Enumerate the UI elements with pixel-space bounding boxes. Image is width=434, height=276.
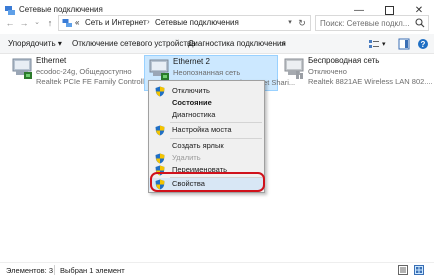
menu-item-diagnostics[interactable]: Диагностика: [149, 109, 264, 121]
ethernet-adapter-icon: [12, 58, 32, 79]
connection-name: Беспроводная сеть: [308, 56, 380, 65]
connection-wireless[interactable]: Беспроводная сеть Отключено Realtek 8821…: [280, 55, 433, 91]
ethernet-adapter-icon: [149, 59, 169, 80]
menu-item-label: Настройка моста: [172, 125, 232, 134]
disable-device-button[interactable]: Отключение сетевого устройства: [72, 39, 196, 48]
search-input[interactable]: [320, 17, 412, 29]
menu-item-shortcut[interactable]: Создать ярлык: [149, 140, 264, 152]
preview-pane-icon[interactable]: [398, 38, 410, 50]
menu-item-disable[interactable]: Отключить: [149, 85, 264, 97]
address-dropdown-icon[interactable]: ▾: [285, 17, 295, 29]
uac-shield-icon: [155, 153, 165, 164]
connection-ethernet[interactable]: Ethernet ecodoc-24g, Общедоступно Realte…: [8, 55, 151, 91]
details-view-icon[interactable]: [398, 265, 408, 275]
properties-highlight-annotation: [150, 172, 265, 192]
menu-item-bridge[interactable]: Настройка моста: [149, 124, 264, 136]
up-arrow-icon: ↑: [47, 18, 53, 28]
forward-button[interactable]: →: [18, 17, 30, 29]
more-commands-button[interactable]: »: [281, 39, 285, 48]
connection-name: Ethernet: [36, 56, 67, 65]
svg-text:?: ?: [421, 40, 426, 49]
breadcrumb-network-internet[interactable]: Сеть и Интернет: [85, 18, 147, 27]
menu-item-status[interactable]: Состояние: [149, 97, 264, 109]
selection-count: Выбран 1 элемент: [60, 266, 125, 275]
uac-shield-icon: [155, 125, 165, 136]
item-count: Элементов: 3: [6, 266, 54, 275]
address-bar[interactable]: « Сеть и Интернет › Сетевые подключения …: [58, 15, 311, 31]
back-arrow-icon: ←: [5, 18, 15, 28]
breadcrumb-chevron-icon[interactable]: ›: [147, 17, 150, 26]
breadcrumb-overflow[interactable]: «: [75, 18, 79, 27]
menu-item-label: Состояние: [172, 98, 212, 107]
help-icon[interactable]: ?: [417, 38, 429, 50]
view-dropdown-icon[interactable]: ▾: [382, 40, 386, 48]
connection-adapter: Realtek PCIe FE Family Controller: [36, 77, 151, 86]
chevron-down-icon: ⌄: [34, 19, 40, 26]
up-button[interactable]: ↑: [44, 17, 56, 29]
forward-arrow-icon: →: [19, 18, 29, 28]
organize-button[interactable]: Упорядочить ▾: [8, 39, 62, 48]
menu-item-delete[interactable]: Удалить: [149, 152, 264, 164]
connection-status: Отключено: [308, 67, 347, 76]
connection-status: Неопознанная сеть: [173, 68, 241, 77]
change-view-icon[interactable]: [368, 38, 380, 50]
explorer-window: Сетевые подключения — ✕ ← → ⌄ ↑ « Сеть и…: [0, 0, 434, 276]
status-separator: [54, 265, 55, 275]
search-box[interactable]: [315, 15, 429, 31]
menu-item-label: Создать ярлык: [172, 141, 224, 150]
connection-name: Ethernet 2: [173, 57, 210, 66]
back-button[interactable]: ←: [4, 17, 16, 29]
large-icons-view-icon[interactable]: [414, 265, 424, 275]
address-row: ← → ⌄ ↑ « Сеть и Интернет › Сетевые подк…: [0, 12, 434, 34]
connection-status: ecodoc-24g, Общедоступно: [36, 67, 132, 76]
recent-locations-button[interactable]: ⌄: [31, 17, 43, 29]
menu-separator: [170, 138, 262, 139]
wireless-adapter-icon: [284, 58, 304, 79]
menu-separator: [170, 122, 262, 123]
breadcrumb-network-connections[interactable]: Сетевые подключения: [155, 18, 239, 27]
connection-adapter: Realtek 8821AE Wireless LAN 802....: [308, 77, 433, 86]
network-folder-icon: [62, 19, 72, 27]
menu-item-label: Диагностика: [172, 110, 216, 119]
status-bar: Элементов: 3 Выбран 1 элемент: [0, 262, 434, 276]
diagnose-connection-button[interactable]: Диагностика подключения: [188, 39, 286, 48]
command-bar: Упорядочить ▾ Отключение сетевого устрой…: [0, 34, 434, 54]
menu-item-label: Удалить: [172, 153, 201, 162]
search-icon: [415, 18, 425, 28]
uac-shield-icon: [155, 86, 165, 97]
refresh-icon[interactable]: ↻: [297, 17, 307, 29]
menu-item-label: Отключить: [172, 86, 210, 95]
